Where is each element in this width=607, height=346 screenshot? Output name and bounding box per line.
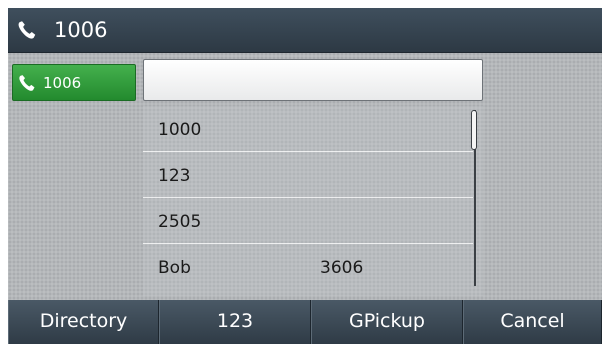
cancel-softkey[interactable]: Cancel [463, 300, 602, 344]
phone-handset-icon [18, 21, 36, 39]
list-item[interactable]: 1000 [143, 106, 473, 152]
line-key-1006[interactable]: 1006 [12, 64, 136, 101]
line-key-label: 1006 [43, 74, 82, 92]
list-item-name: Bob [158, 258, 191, 278]
gpickup-softkey[interactable]: GPickup [311, 300, 463, 344]
phone-handset-icon [19, 75, 35, 91]
directory-softkey[interactable]: Directory [8, 300, 159, 344]
phone-screen: 1006 1006 1000 123 2505 Bob 3606 Directo… [8, 8, 602, 344]
list-item[interactable]: 2505 [143, 198, 473, 244]
list-item[interactable]: 123 [143, 152, 473, 198]
softkey-bar: Directory 123 GPickup Cancel [8, 300, 602, 344]
title-text: 1006 [54, 18, 108, 42]
list-item-number: 3606 [320, 258, 364, 278]
title-bar: 1006 [8, 8, 602, 53]
list-item-name: 1000 [158, 120, 202, 140]
123-softkey[interactable]: 123 [159, 300, 311, 344]
suggestion-list: 1000 123 2505 Bob 3606 [143, 106, 483, 296]
dial-input[interactable] [143, 59, 483, 101]
list-item-name: 2505 [158, 212, 202, 232]
scrollbar-thumb[interactable] [471, 110, 477, 150]
list-item-name: 123 [158, 166, 191, 186]
list-item[interactable]: Bob 3606 [143, 244, 473, 290]
